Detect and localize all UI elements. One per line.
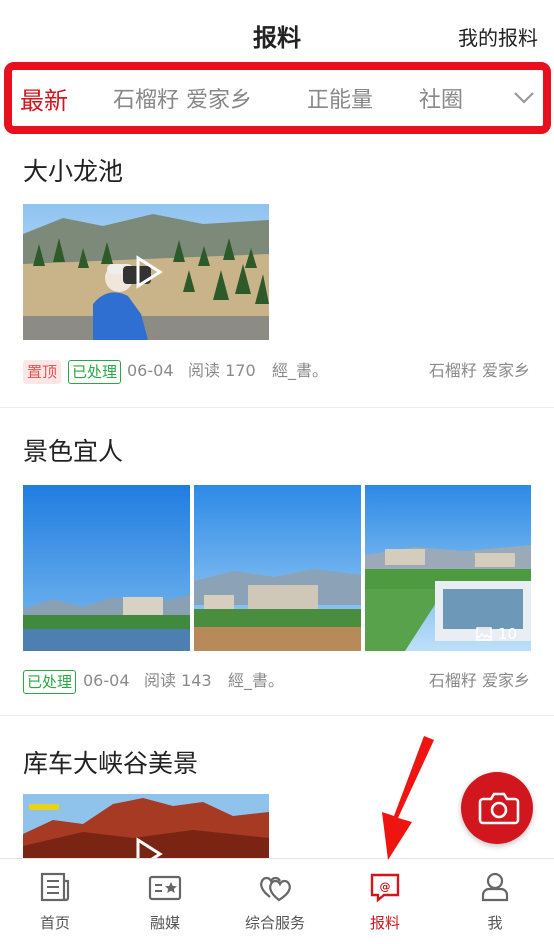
read-count: 阅读 143 xyxy=(144,671,212,690)
post-title: 景色宜人 xyxy=(23,437,124,466)
image-count: 10 xyxy=(497,625,517,643)
nav-label: 融媒 xyxy=(149,914,180,932)
post-date: 06-04 xyxy=(127,361,174,380)
chevron-down-icon[interactable] xyxy=(511,84,537,110)
status-badge: 已处理 xyxy=(23,670,77,694)
nav-label: 报料 xyxy=(369,914,400,932)
post-card[interactable]: 景色宜人 10 已处理 06-04 阅读 143 經_書。 石榴籽 爱家乡 xyxy=(0,408,554,715)
post-card[interactable]: 大小龙池 置顶 已处理 06-04 阅读 170 經_書。 石榴籽 爱家乡 xyxy=(0,134,554,407)
image-icon xyxy=(476,627,492,641)
nav-home[interactable]: 首页 xyxy=(0,859,110,944)
play-icon[interactable] xyxy=(126,252,166,292)
user-icon xyxy=(481,872,509,902)
nav-report[interactable]: @ 报料 xyxy=(330,859,440,944)
top-header: 报料 我的报料 xyxy=(0,0,554,66)
read-count: 阅读 170 xyxy=(188,361,256,380)
bottom-nav: 首页 融媒 综合服务 @ 报料 我 xyxy=(0,858,554,944)
post-meta: 置顶 已处理 06-04 阅读 170 經_書。 石榴籽 爱家乡 xyxy=(23,360,530,384)
nav-services[interactable]: 综合服务 xyxy=(220,859,330,944)
camera-button[interactable] xyxy=(461,772,533,844)
post-video-thumbnail[interactable] xyxy=(23,794,269,858)
camera-icon xyxy=(478,792,520,825)
my-reports-link[interactable]: 我的报料 xyxy=(458,22,538,51)
image-count-badge: 10 xyxy=(476,625,517,643)
post-image-1[interactable] xyxy=(23,485,190,651)
post-title: 大小龙池 xyxy=(23,157,124,186)
report-at-icon: @ xyxy=(370,873,400,903)
newspaper-icon xyxy=(40,872,70,902)
tab-positive-energy[interactable]: 正能量 xyxy=(307,82,373,114)
media-card-icon xyxy=(148,875,182,901)
play-icon[interactable] xyxy=(126,834,166,858)
post-title: 库车大峡谷美景 xyxy=(23,749,199,778)
nav-label: 综合服务 xyxy=(244,914,305,932)
landscape-image xyxy=(194,485,361,651)
post-channel[interactable]: 石榴籽 爱家乡 xyxy=(429,360,530,382)
nav-me[interactable]: 我 xyxy=(440,859,550,944)
post-image-2[interactable] xyxy=(194,485,361,651)
category-tabs: 最新 石榴籽 爱家乡 正能量 社圈 xyxy=(12,70,543,126)
tab-pomegranate-hometown[interactable]: 石榴籽 爱家乡 xyxy=(113,82,252,114)
post-image-3[interactable]: 10 xyxy=(365,485,531,651)
post-date: 06-04 xyxy=(83,671,130,690)
post-video-thumbnail[interactable] xyxy=(23,204,269,340)
nav-label: 首页 xyxy=(39,914,70,932)
nav-media[interactable]: 融媒 xyxy=(110,859,220,944)
status-badge: 已处理 xyxy=(68,360,122,384)
nav-label: 我 xyxy=(487,914,503,932)
svg-text:@: @ xyxy=(380,880,391,893)
post-author: 經_書。 xyxy=(272,361,329,380)
landscape-image xyxy=(23,485,190,651)
pinned-badge: 置顶 xyxy=(23,360,62,384)
tab-community[interactable]: 社圈 xyxy=(419,82,463,114)
hearts-icon xyxy=(260,876,291,902)
post-author: 經_書。 xyxy=(228,671,285,690)
post-meta: 已处理 06-04 阅读 143 經_書。 石榴籽 爱家乡 xyxy=(23,670,530,694)
tab-latest[interactable]: 最新 xyxy=(20,81,68,116)
category-tabs-highlight: 最新 石榴籽 爱家乡 正能量 社圈 xyxy=(4,62,551,134)
post-channel[interactable]: 石榴籽 爱家乡 xyxy=(429,670,530,692)
